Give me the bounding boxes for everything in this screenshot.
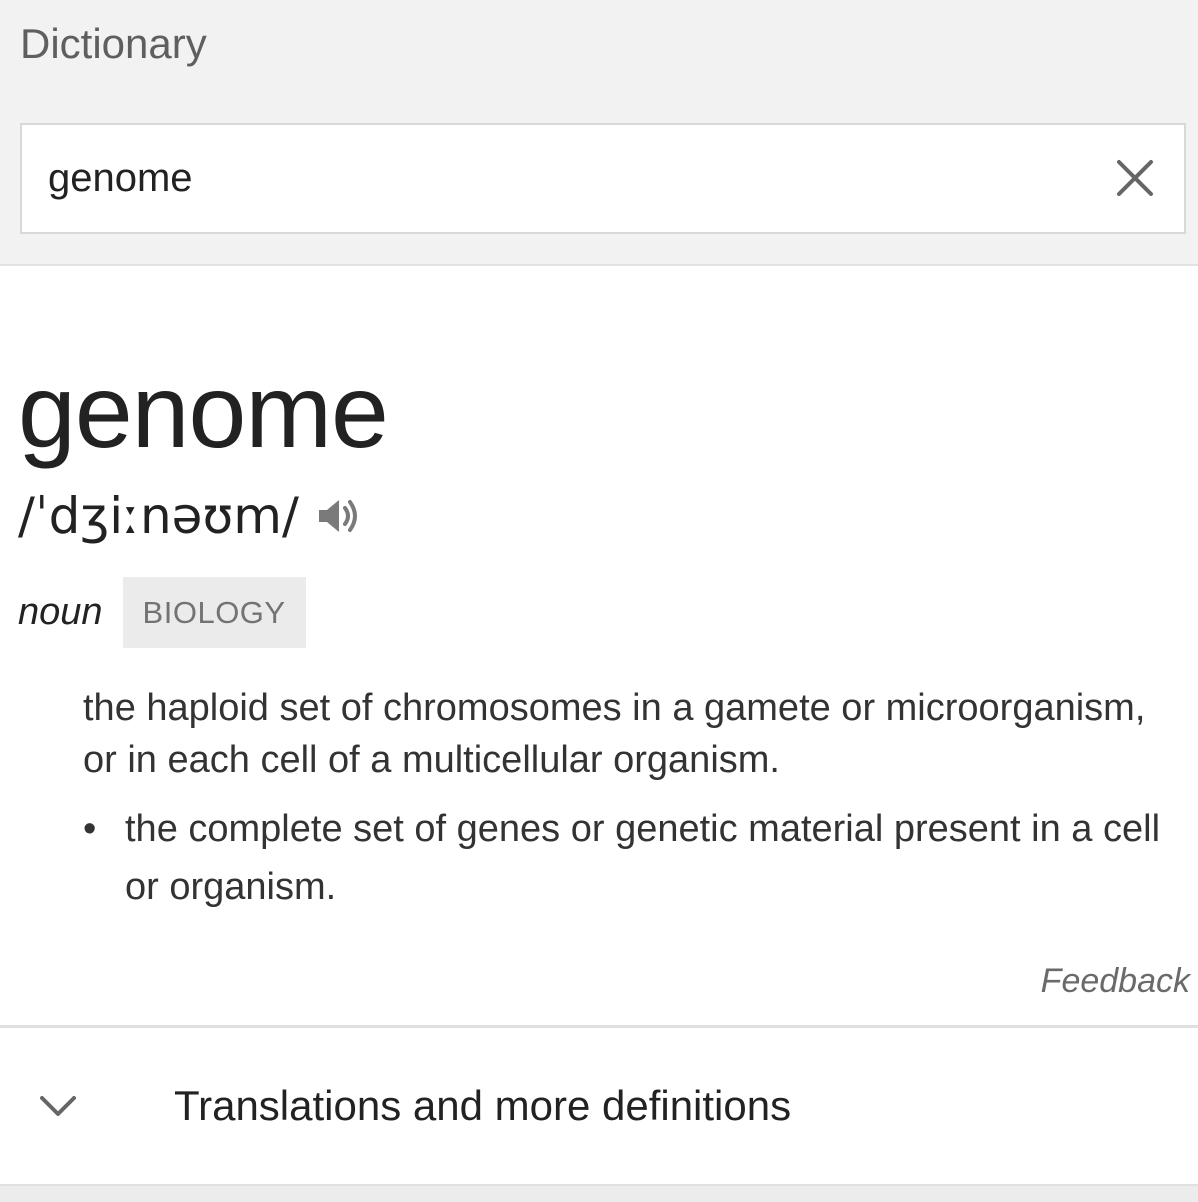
bullet-icon: •: [83, 808, 97, 850]
close-icon: [1117, 160, 1153, 196]
headword: genome: [18, 354, 389, 470]
app-title: Dictionary: [20, 20, 207, 67]
search-input[interactable]: [48, 125, 1048, 232]
speaker-icon[interactable]: [315, 492, 363, 540]
sub-definition: • the complete set of genes or genetic m…: [83, 800, 1173, 916]
part-of-speech-row: noun BIOLOGY: [18, 577, 306, 648]
sub-definition-text: the complete set of genes or genetic mat…: [125, 808, 1161, 908]
clear-search-button[interactable]: [1114, 157, 1156, 199]
more-definitions-label: Translations and more definitions: [174, 1082, 792, 1129]
bottom-edge: [0, 1184, 1198, 1202]
more-definitions-toggle[interactable]: Translations and more definitions: [0, 1028, 1198, 1184]
feedback-link[interactable]: Feedback: [1041, 962, 1190, 1001]
definition: the haploid set of chromosomes in a game…: [83, 687, 1146, 781]
pronunciation: /ˈdʒiːnəʊm/: [18, 487, 299, 545]
chevron-down-icon: [40, 1096, 76, 1116]
search-box[interactable]: [20, 123, 1186, 234]
dictionary-header: Dictionary: [0, 0, 1198, 266]
pronunciation-row: /ˈdʒiːnəʊm/: [18, 484, 363, 548]
domain-badge: BIOLOGY: [122, 577, 306, 648]
part-of-speech: noun: [18, 591, 103, 633]
